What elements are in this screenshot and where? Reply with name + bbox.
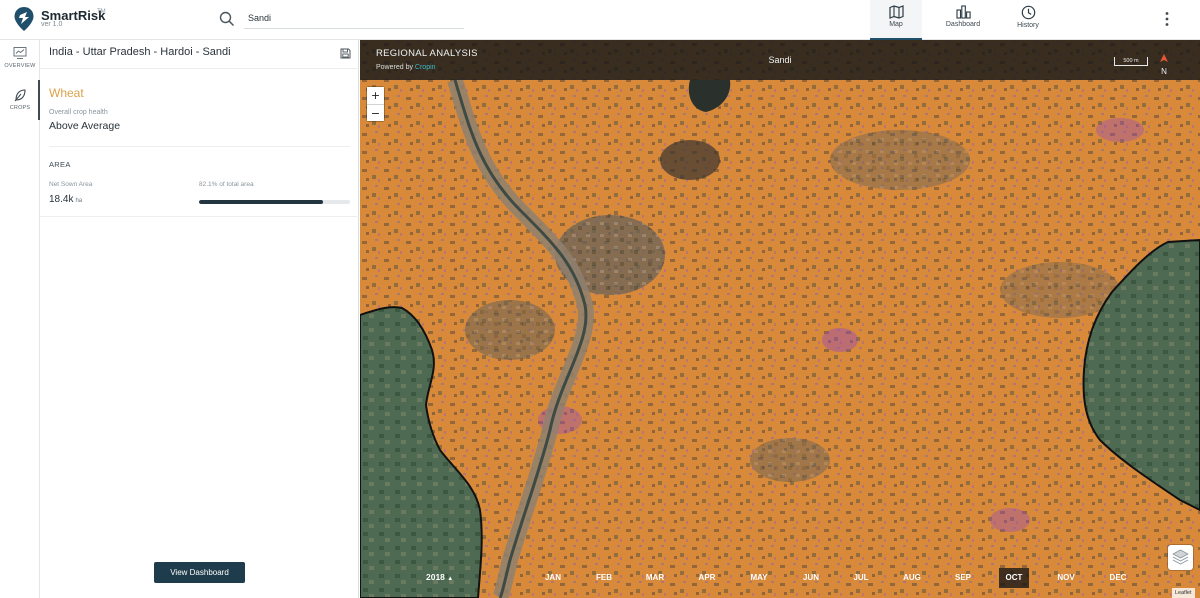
divider [40, 216, 359, 217]
tab-dashboard-label: Dashboard [945, 21, 981, 28]
left-rail: OVERVIEW CROPS [0, 40, 40, 598]
rail-overview-label: OVERVIEW [4, 63, 36, 69]
sown-area-progress-bar [199, 200, 350, 204]
scale-label: 500 m [1123, 58, 1139, 64]
save-icon[interactable] [340, 48, 351, 59]
crop-name: Wheat [49, 86, 84, 100]
search-input[interactable] [244, 7, 464, 29]
rail-item-overview[interactable]: OVERVIEW [0, 46, 40, 69]
tab-dashboard[interactable]: Dashboard [936, 0, 990, 40]
top-bar: SmartRisk TM ver 1.0 Map Dashboard Histo… [0, 0, 1200, 40]
tab-history[interactable]: History [1002, 0, 1054, 40]
divider [49, 146, 350, 147]
year-selector[interactable]: 2018 ▲ [426, 572, 453, 582]
month-dec[interactable]: DEC [1103, 568, 1133, 588]
net-sown-area-label: Net Sown Area [49, 181, 93, 188]
layers-button[interactable] [1168, 545, 1193, 570]
rail-item-crops[interactable]: CROPS [0, 88, 40, 111]
month-jan[interactable]: JAN [538, 568, 568, 588]
month-feb[interactable]: FEB [589, 568, 619, 588]
trademark-label: TM [97, 9, 106, 15]
divider [40, 68, 359, 69]
month-jul[interactable]: JUL [846, 568, 876, 588]
tab-history-label: History [1017, 22, 1039, 29]
health-label: Overall crop health [49, 109, 108, 116]
year-label: 2018 [426, 572, 445, 582]
map-header: REGIONAL ANALYSIS Powered by Cropin Sand… [360, 40, 1200, 80]
month-nov[interactable]: NOV [1051, 568, 1081, 588]
breadcrumb: India - Uttar Pradesh - Hardoi - Sandi [49, 46, 231, 58]
powered-prefix: Powered by [376, 64, 415, 71]
net-sown-area-value: 18.4k ha [49, 194, 82, 205]
month-jun[interactable]: JUN [796, 568, 826, 588]
tab-map[interactable]: Map [870, 0, 922, 40]
north-label: N [1161, 67, 1167, 76]
month-mar[interactable]: MAR [640, 568, 670, 588]
north-arrow: N [1157, 50, 1171, 76]
month-oct[interactable]: OCT [999, 568, 1029, 588]
map-region-name: Sandi [768, 55, 792, 65]
month-apr[interactable]: APR [692, 568, 722, 588]
info-panel: India - Uttar Pradesh - Hardoi - Sandi W… [40, 40, 359, 598]
rail-crops-label: CROPS [9, 105, 31, 111]
month-may[interactable]: MAY [744, 568, 774, 588]
history-icon [1021, 5, 1035, 20]
net-sown-area-number: 18.4k [49, 194, 74, 205]
total-area-percent-label: 82.1% of total area [199, 181, 254, 188]
caret-up-icon: ▲ [447, 576, 454, 582]
zoom-control: + − [367, 87, 384, 121]
sown-area-progress-fill [199, 200, 323, 204]
dashboard-icon [955, 5, 971, 19]
net-sown-area-unit: ha [75, 198, 83, 204]
powered-brand: Cropin [414, 64, 436, 71]
overview-icon [13, 47, 27, 59]
area-section-title: AREA [49, 160, 71, 169]
north-arrow-icon [1160, 54, 1168, 62]
health-value: Above Average [49, 120, 121, 132]
layers-icon [1172, 549, 1189, 565]
powered-by-label: Powered by Cropin [376, 64, 436, 71]
app-version: ver 1.0 [41, 21, 63, 28]
search-icon[interactable] [219, 11, 235, 27]
zoom-out-button[interactable]: − [367, 104, 384, 121]
leaf-icon [14, 89, 26, 102]
satellite-map[interactable] [360, 40, 1200, 598]
month-sep[interactable]: SEP [948, 568, 978, 588]
month-aug[interactable]: AUG [897, 568, 927, 588]
map-icon [888, 5, 904, 19]
month-timeline: 2018 ▲ JAN FEB MAR APR MAY JUN JUL AUG S… [360, 568, 1200, 590]
smartrisk-logo-icon [14, 7, 34, 31]
view-dashboard-button[interactable]: View Dashboard [154, 562, 245, 583]
map-attribution[interactable]: Leaflet [1172, 588, 1195, 598]
scale-bar: 500 m [1114, 57, 1148, 66]
more-options-icon[interactable] [1160, 10, 1174, 28]
map-view[interactable]: REGIONAL ANALYSIS Powered by Cropin Sand… [360, 40, 1200, 598]
zoom-in-button[interactable]: + [367, 87, 384, 104]
tab-map-label: Map [889, 21, 903, 28]
